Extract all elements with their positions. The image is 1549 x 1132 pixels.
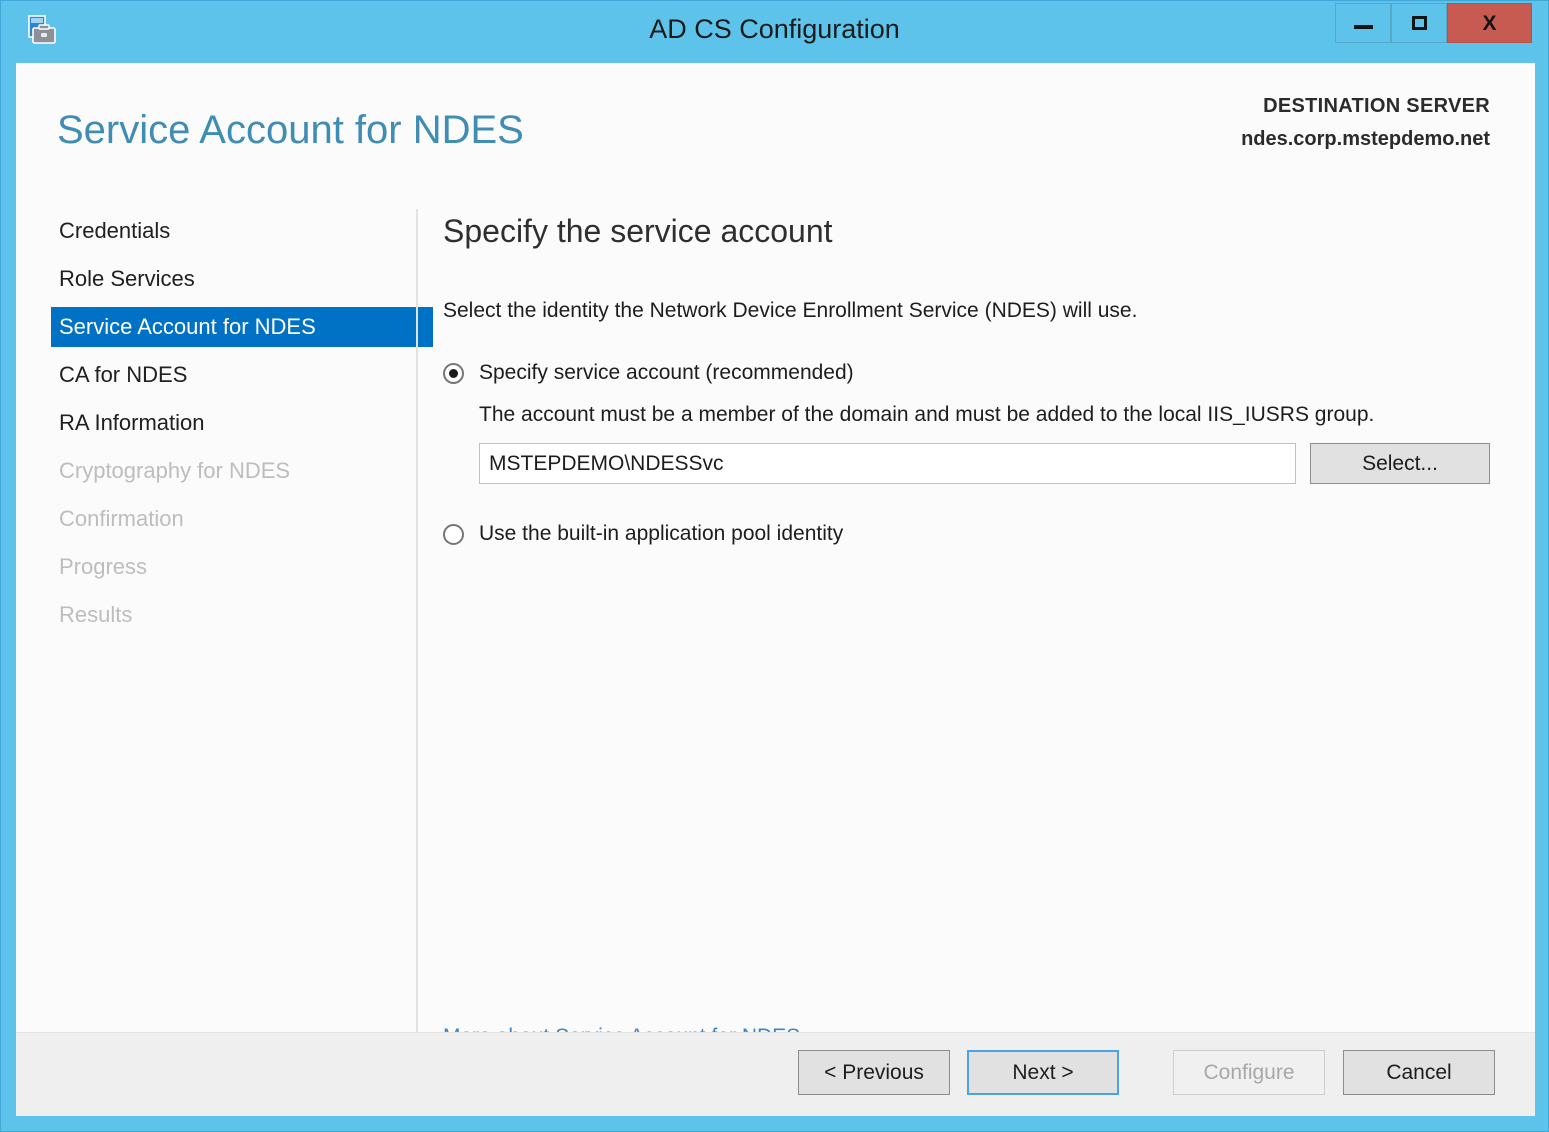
sidebar-item-confirmation: Confirmation: [16, 499, 402, 539]
wizard-footer: < Previous Next > Configure Cancel: [16, 1032, 1535, 1116]
sidebar-item-cryptography-for-ndes: Cryptography for NDES: [16, 451, 402, 491]
wizard-step-list: Credentials Role Services Service Accoun…: [16, 211, 402, 643]
service-account-row: Select...: [479, 443, 1513, 484]
minimize-button[interactable]: [1335, 3, 1391, 43]
select-account-button[interactable]: Select...: [1310, 443, 1490, 484]
page-header: Service Account for NDES DESTINATION SER…: [16, 63, 1535, 191]
close-icon: X: [1482, 13, 1496, 34]
radio-app-pool-identity-icon[interactable]: [443, 524, 464, 545]
cancel-button[interactable]: Cancel: [1343, 1050, 1495, 1095]
radio-option-specify-service-account[interactable]: Specify service account (recommended): [443, 359, 1513, 387]
page-title: Service Account for NDES: [57, 108, 524, 153]
destination-server-name: ndes.corp.mstepdemo.net: [1241, 128, 1490, 151]
window-title: AD CS Configuration: [1, 14, 1548, 45]
sidebar-item-service-account-for-ndes[interactable]: Service Account for NDES: [51, 307, 433, 347]
sidebar-item-results: Results: [16, 595, 402, 635]
next-button[interactable]: Next >: [967, 1050, 1119, 1095]
sidebar-item-role-services[interactable]: Role Services: [16, 259, 402, 299]
sidebar-item-ca-for-ndes[interactable]: CA for NDES: [16, 355, 402, 395]
service-account-hint: The account must be a member of the doma…: [479, 403, 1513, 427]
sidebar-divider: [416, 209, 418, 1058]
radio-specify-service-account-icon[interactable]: [443, 363, 464, 384]
configure-button: Configure: [1173, 1050, 1325, 1095]
radio-app-pool-identity-label: Use the built-in application pool identi…: [479, 520, 843, 548]
destination-server-label: DESTINATION SERVER: [1241, 95, 1490, 118]
destination-server-block: DESTINATION SERVER ndes.corp.mstepdemo.n…: [1241, 95, 1490, 151]
ad-cs-configuration-window: AD CS Configuration X Service Account fo…: [0, 0, 1549, 1132]
sidebar-item-ra-information[interactable]: RA Information: [16, 403, 402, 443]
maximize-icon: [1412, 16, 1427, 30]
wizard-client-area: Service Account for NDES DESTINATION SER…: [16, 63, 1535, 1116]
sidebar-item-progress: Progress: [16, 547, 402, 587]
content-intro-text: Select the identity the Network Device E…: [443, 299, 1513, 323]
close-button[interactable]: X: [1447, 3, 1532, 43]
content-heading: Specify the service account: [443, 211, 1513, 251]
main-content: Specify the service account Select the i…: [443, 211, 1513, 548]
minimize-icon: [1354, 25, 1373, 29]
sidebar-item-credentials[interactable]: Credentials: [16, 211, 402, 251]
previous-button[interactable]: < Previous: [798, 1050, 950, 1095]
maximize-button[interactable]: [1391, 3, 1447, 43]
radio-option-app-pool-identity[interactable]: Use the built-in application pool identi…: [443, 520, 1513, 548]
service-account-input[interactable]: [479, 443, 1296, 484]
radio-specify-service-account-label: Specify service account (recommended): [479, 359, 854, 387]
title-bar: AD CS Configuration X: [1, 1, 1548, 63]
